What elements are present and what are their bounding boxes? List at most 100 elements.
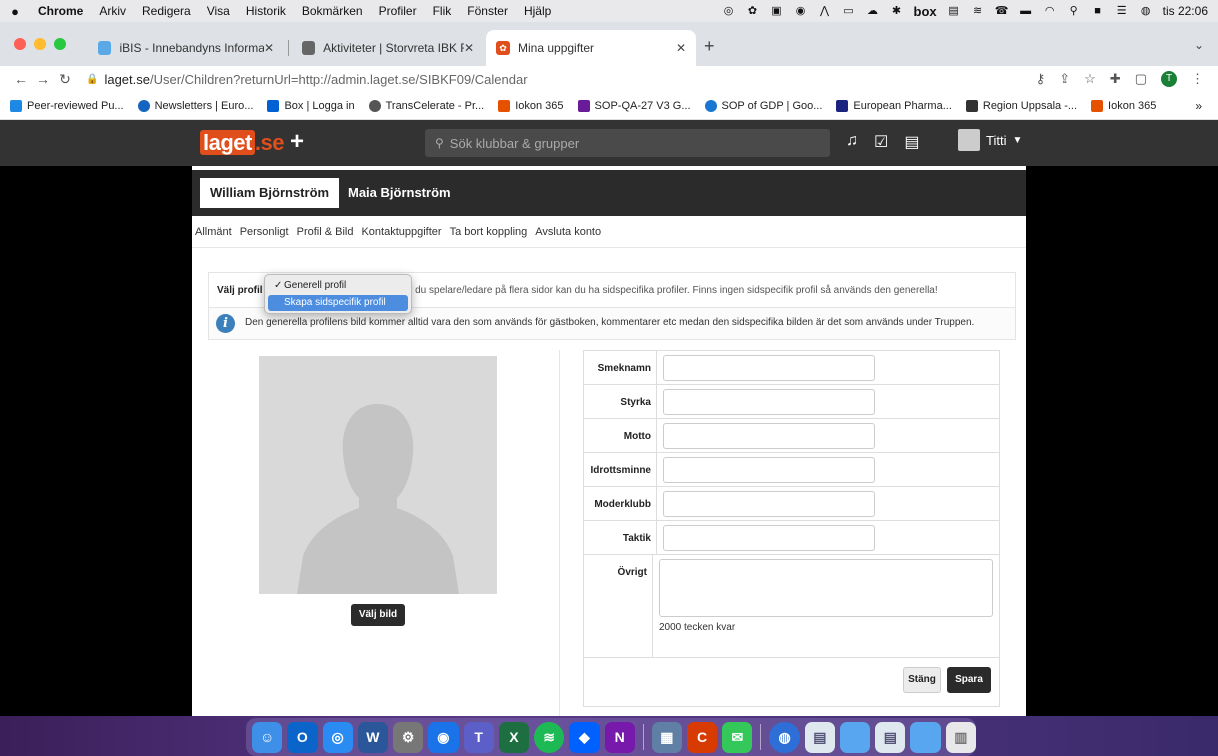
status-icon[interactable]: ✿ bbox=[746, 5, 760, 17]
folder-icon[interactable] bbox=[839, 721, 871, 753]
battery-icon[interactable]: ▬ bbox=[1019, 5, 1033, 17]
menu-hjalp[interactable]: Hjälp bbox=[516, 4, 559, 18]
bookmark-item[interactable]: Newsletters | Euro... bbox=[137, 99, 253, 112]
browser-tab[interactable]: iBIS - Innebandyns Information ✕ bbox=[88, 30, 284, 66]
bookmark-item[interactable]: SOP-QA-27 V3 G... bbox=[577, 99, 691, 112]
subnav-allmant[interactable]: Allmänt bbox=[195, 226, 232, 238]
menu-app-name[interactable]: Chrome bbox=[30, 4, 91, 18]
chrome-icon[interactable]: ◉ bbox=[428, 721, 459, 753]
excel-icon[interactable]: X bbox=[498, 721, 529, 753]
documents-icon[interactable]: ▤ bbox=[875, 721, 906, 753]
menu-visa[interactable]: Visa bbox=[199, 4, 238, 18]
share-icon[interactable]: ⇪ bbox=[1059, 71, 1070, 87]
taktik-input[interactable] bbox=[663, 525, 875, 551]
status-icon[interactable]: ▭ bbox=[842, 5, 856, 17]
outlook-icon[interactable]: O bbox=[287, 721, 318, 753]
checklist-icon[interactable]: ☑ bbox=[874, 132, 888, 152]
browser-tab[interactable]: Aktiviteter | Storvreta IBK F-09 ✕ bbox=[292, 30, 484, 66]
close-window-button[interactable] bbox=[14, 38, 26, 50]
status-icon[interactable]: ⋀ bbox=[818, 5, 832, 17]
more-menu-icon[interactable]: ⋮ bbox=[1191, 71, 1204, 87]
bell-icon[interactable]: ♫ bbox=[846, 132, 858, 152]
site-logo[interactable]: laget .se bbox=[200, 130, 284, 156]
user-menu[interactable]: Titti ▼ bbox=[958, 129, 1022, 151]
subnav-profil-bild[interactable]: Profil & Bild bbox=[297, 226, 354, 238]
onenote-icon[interactable]: N bbox=[604, 721, 635, 753]
bookmark-item[interactable]: TransCelerate - Pr... bbox=[368, 99, 484, 112]
smeknamn-input[interactable] bbox=[663, 355, 875, 381]
ovrigt-textarea[interactable] bbox=[659, 559, 993, 617]
downloads-icon[interactable] bbox=[910, 721, 941, 753]
choose-photo-button[interactable]: Välj bild bbox=[351, 604, 405, 626]
forward-arrow-icon[interactable]: → bbox=[32, 71, 54, 87]
bookmark-item[interactable]: SOP of GDP | Goo... bbox=[704, 99, 822, 112]
status-icon[interactable]: ◎ bbox=[722, 5, 736, 17]
dropdown-option-sidspecifik[interactable]: Skapa sidspecifik profil bbox=[268, 295, 408, 311]
network-icon[interactable]: ◍ bbox=[769, 721, 800, 753]
motto-input[interactable] bbox=[663, 423, 875, 449]
bookmark-star-icon[interactable]: ☆ bbox=[1084, 71, 1096, 87]
child-tab-william[interactable]: William Björnström bbox=[200, 178, 340, 208]
menu-arkiv[interactable]: Arkiv bbox=[91, 4, 134, 18]
menu-bokmarken[interactable]: Bokmärken bbox=[294, 4, 371, 18]
files-icon[interactable]: ▤ bbox=[804, 721, 835, 753]
menu-clock[interactable]: tis 22:06 bbox=[1163, 4, 1208, 18]
dropdown-option-generell[interactable]: ✓ Generell profil bbox=[268, 278, 408, 294]
bookmarks-overflow-icon[interactable]: » bbox=[1195, 99, 1202, 113]
tab-search-chevron-icon[interactable]: ⌄ bbox=[1194, 38, 1204, 52]
office-icon[interactable]: C bbox=[686, 721, 718, 753]
site-search-input[interactable]: ⚲ Sök klubbar & grupper bbox=[425, 129, 830, 157]
settings-icon[interactable]: ⚙ bbox=[393, 721, 424, 753]
tab-close-icon[interactable]: ✕ bbox=[676, 41, 686, 55]
back-arrow-icon[interactable]: ← bbox=[10, 71, 32, 87]
sidepanel-icon[interactable]: ▢ bbox=[1135, 71, 1147, 87]
spotify-icon[interactable]: ≋ bbox=[534, 721, 565, 753]
subnav-ta-bort-koppling[interactable]: Ta bort koppling bbox=[450, 226, 528, 238]
status-icon[interactable]: ◉ bbox=[794, 5, 808, 17]
siri-icon[interactable]: ◍ bbox=[1139, 5, 1153, 17]
close-button[interactable]: Stäng bbox=[903, 667, 941, 693]
status-icon[interactable]: ▤ bbox=[947, 5, 961, 17]
tab-close-icon[interactable]: ✕ bbox=[464, 41, 474, 55]
key-icon[interactable]: ⚷ bbox=[1036, 71, 1046, 87]
zoom-window-button[interactable] bbox=[54, 38, 66, 50]
moderklubb-input[interactable] bbox=[663, 491, 875, 517]
subnav-personligt[interactable]: Personligt bbox=[240, 226, 289, 238]
tab-close-icon[interactable]: ✕ bbox=[264, 41, 274, 55]
word-icon[interactable]: W bbox=[357, 721, 388, 753]
save-button[interactable]: Spara bbox=[947, 667, 991, 693]
subnav-kontaktuppgifter[interactable]: Kontaktuppgifter bbox=[361, 226, 441, 238]
box-status-label[interactable]: box bbox=[914, 4, 937, 19]
bookmark-item[interactable]: Region Uppsala -... bbox=[965, 99, 1077, 112]
apple-icon[interactable]: ● bbox=[0, 4, 30, 19]
spotlight-search-icon[interactable]: ⚲ bbox=[1067, 5, 1081, 17]
menu-fonster[interactable]: Fönster bbox=[459, 4, 516, 18]
bookmark-item[interactable]: European Pharma... bbox=[836, 99, 952, 112]
bookmark-item[interactable]: Iokon 365 bbox=[498, 99, 564, 112]
new-tab-button[interactable]: + bbox=[704, 36, 715, 57]
messages-icon[interactable]: ▤ bbox=[904, 132, 919, 152]
menu-historik[interactable]: Historik bbox=[238, 4, 294, 18]
messages-icon[interactable]: ✉ bbox=[722, 721, 753, 753]
preview-icon[interactable]: ▦ bbox=[651, 721, 682, 753]
cloud-icon[interactable]: ☁ bbox=[866, 5, 880, 17]
idrottsminne-input[interactable] bbox=[663, 457, 875, 483]
menu-redigera[interactable]: Redigera bbox=[134, 4, 199, 18]
bookmark-item[interactable]: Box | Logga in bbox=[267, 99, 355, 112]
bookmark-item[interactable]: Peer-reviewed Pu... bbox=[10, 99, 124, 112]
subnav-avsluta-konto[interactable]: Avsluta konto bbox=[535, 226, 601, 238]
dropbox-icon[interactable]: ◆ bbox=[569, 721, 600, 753]
bookmark-item[interactable]: Iokon 365 bbox=[1091, 99, 1156, 112]
reload-icon[interactable]: ↻ bbox=[54, 71, 76, 88]
finder-icon[interactable]: ☺ bbox=[252, 721, 283, 753]
control-center-icon[interactable]: ☰ bbox=[1115, 5, 1129, 17]
profile-avatar[interactable]: T bbox=[1161, 71, 1177, 87]
trash-icon[interactable]: ▥ bbox=[945, 721, 976, 753]
browser-tab-active[interactable]: ✿ Mina uppgifter ✕ bbox=[486, 30, 696, 66]
add-plus-icon[interactable]: + bbox=[290, 128, 304, 156]
menu-profiler[interactable]: Profiler bbox=[371, 4, 425, 18]
address-bar[interactable]: 🔒 laget.se /User/Children?returnUrl=http… bbox=[86, 72, 528, 87]
extensions-icon[interactable]: ✚ bbox=[1110, 71, 1121, 87]
safari-icon[interactable]: ◎ bbox=[322, 721, 353, 753]
status-icon[interactable]: ■ bbox=[1091, 5, 1105, 17]
